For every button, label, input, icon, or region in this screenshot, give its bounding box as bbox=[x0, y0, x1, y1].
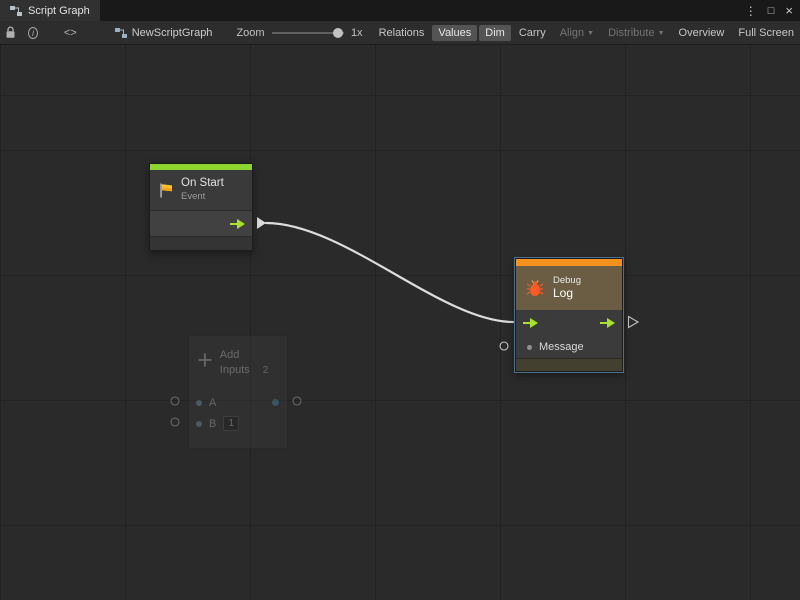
flow-input-port-icon[interactable] bbox=[523, 318, 538, 328]
graph-asset-icon bbox=[115, 27, 127, 39]
message-input-marker-icon[interactable] bbox=[500, 342, 508, 350]
node-title: On Start bbox=[181, 177, 224, 191]
toolbar-buttons: Relations Values Dim Carry Align▼ Distri… bbox=[371, 25, 800, 41]
node-on-start[interactable]: On Start Event bbox=[149, 163, 253, 251]
carry-button[interactable]: Carry bbox=[513, 25, 552, 41]
port-b-value-field[interactable]: 1 bbox=[223, 416, 239, 431]
inputs-count: 2 bbox=[263, 364, 269, 378]
graph-name: NewScriptGraph bbox=[132, 27, 213, 39]
distribute-button: Distribute▼ bbox=[602, 25, 670, 41]
node-header[interactable]: Debug Log bbox=[516, 266, 622, 310]
node-title-line2: Inputs bbox=[220, 363, 250, 378]
add-icon: + bbox=[197, 348, 213, 372]
flow-ports-row bbox=[150, 210, 252, 236]
flag-icon bbox=[158, 183, 174, 198]
node-title: Log bbox=[553, 286, 581, 301]
fullscreen-button[interactable]: Full Screen bbox=[732, 25, 800, 41]
graph-breadcrumb[interactable]: NewScriptGraph bbox=[115, 27, 213, 39]
zoom-value: 1x bbox=[351, 27, 363, 39]
port-row-b: B 1 bbox=[189, 413, 287, 434]
code-view-icon[interactable]: <> bbox=[64, 27, 77, 39]
bug-icon bbox=[525, 280, 545, 297]
node-debug-log[interactable]: Debug Log Message bbox=[515, 258, 623, 372]
window-controls: ⋮ □ × bbox=[745, 0, 800, 21]
flow-output-port-icon[interactable] bbox=[230, 219, 245, 229]
wire-start-arrow-icon[interactable] bbox=[257, 217, 266, 229]
window-menu-icon[interactable]: ⋮ bbox=[745, 4, 757, 18]
node-category: Debug bbox=[553, 275, 581, 287]
align-button: Align▼ bbox=[554, 25, 600, 41]
node-footer bbox=[189, 434, 287, 448]
overview-button[interactable]: Overview bbox=[673, 25, 731, 41]
message-port-row: Message bbox=[516, 336, 622, 358]
ghost-output-marker-icon[interactable] bbox=[293, 397, 301, 405]
titlebar: Script Graph ⋮ □ × bbox=[0, 0, 800, 21]
node-subtitle: Event bbox=[181, 191, 224, 202]
connections-layer bbox=[0, 45, 800, 600]
maximize-icon[interactable]: □ bbox=[768, 5, 775, 17]
node-footer bbox=[516, 358, 622, 371]
output-port-icon[interactable] bbox=[272, 399, 279, 406]
port-a-icon[interactable] bbox=[196, 400, 202, 406]
port-a-label: A bbox=[209, 397, 216, 409]
message-port-icon[interactable] bbox=[527, 345, 532, 350]
ghost-port-b-marker-icon[interactable] bbox=[171, 418, 179, 426]
ghost-port-a-marker-icon[interactable] bbox=[171, 397, 179, 405]
flow-ports-row bbox=[516, 310, 622, 336]
values-button[interactable]: Values bbox=[432, 25, 477, 41]
node-header[interactable]: + Add Inputs 2 bbox=[189, 336, 287, 392]
tab-script-graph[interactable]: Script Graph bbox=[0, 0, 100, 21]
dim-button[interactable]: Dim bbox=[479, 25, 511, 41]
debug-output-marker-icon[interactable] bbox=[629, 317, 639, 328]
port-label: Message bbox=[539, 341, 584, 353]
chevron-down-icon: ▼ bbox=[587, 30, 594, 37]
node-title-line1: Add bbox=[220, 348, 269, 363]
lock-icon[interactable] bbox=[5, 26, 16, 39]
relations-button[interactable]: Relations bbox=[373, 25, 431, 41]
node-footer bbox=[150, 236, 252, 250]
node-header[interactable]: On Start Event bbox=[150, 170, 252, 210]
zoom-slider[interactable] bbox=[272, 26, 344, 40]
chevron-down-icon: ▼ bbox=[658, 30, 665, 37]
flow-output-port-icon[interactable] bbox=[600, 318, 615, 328]
connection-wire[interactable] bbox=[266, 223, 513, 322]
script-graph-icon bbox=[10, 5, 22, 17]
graph-toolbar: i <> NewScriptGraph Zoom 1x Relations Va… bbox=[0, 21, 800, 45]
node-accent-bar bbox=[516, 259, 622, 266]
port-row-a: A bbox=[189, 392, 287, 413]
port-b-label: B bbox=[209, 418, 216, 430]
port-b-icon[interactable] bbox=[196, 421, 202, 427]
zoom-label: Zoom bbox=[236, 27, 264, 39]
close-icon[interactable]: × bbox=[785, 3, 793, 18]
zoom-slider-handle[interactable] bbox=[333, 28, 343, 38]
node-add-inputs[interactable]: + Add Inputs 2 A B 1 bbox=[188, 335, 288, 449]
graph-canvas[interactable]: On Start Event bbox=[0, 45, 800, 600]
info-icon[interactable]: i bbox=[28, 27, 38, 39]
tab-title: Script Graph bbox=[28, 5, 90, 17]
